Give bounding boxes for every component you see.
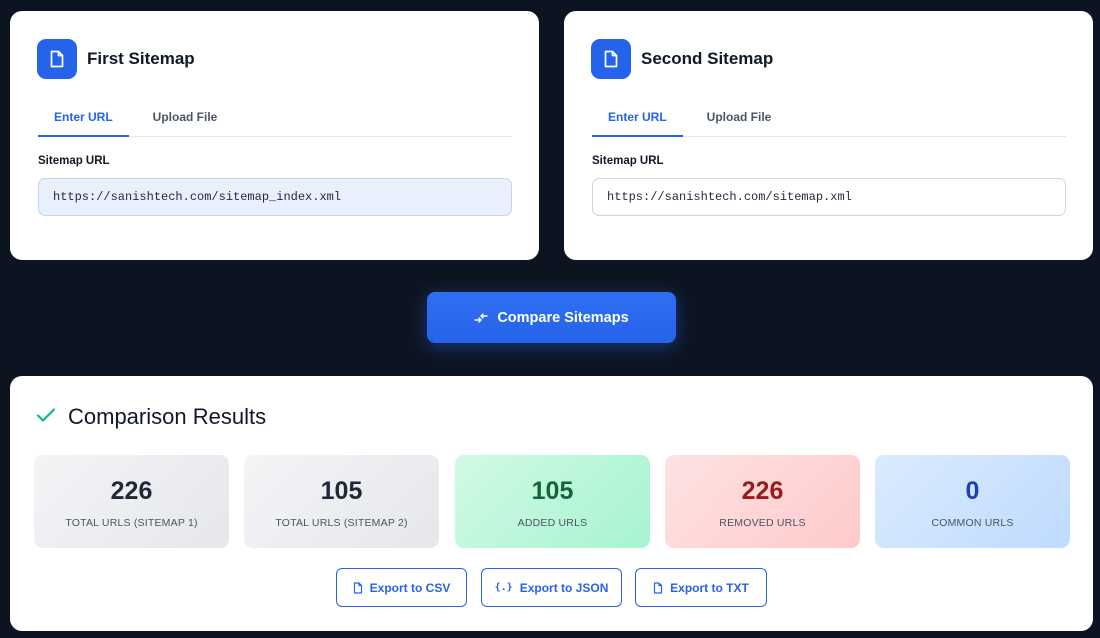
- first-sitemap-url-input[interactable]: [38, 178, 512, 216]
- export-csv-button[interactable]: Export to CSV: [336, 568, 467, 607]
- stat-value: 0: [965, 477, 980, 505]
- document-icon: [37, 39, 77, 79]
- first-sitemap-card: First Sitemap Enter URL Upload File Site…: [10, 11, 539, 260]
- second-sitemap-card: Second Sitemap Enter URL Upload File Sit…: [564, 11, 1093, 260]
- stat-value: 226: [110, 477, 153, 505]
- stat-label: COMMON URLS: [931, 517, 1014, 529]
- comparison-results-panel: Comparison Results 226 TOTAL URLS (SITEM…: [10, 376, 1093, 631]
- sitemap-url-label: Sitemap URL: [38, 155, 110, 167]
- second-sitemap-header: Second Sitemap: [591, 39, 773, 79]
- checkmark-icon: [36, 407, 56, 428]
- tab-upload-file[interactable]: Upload File: [137, 107, 234, 137]
- compare-arrows-icon: [474, 312, 489, 323]
- export-json-button[interactable]: {.} Export to JSON: [481, 568, 622, 607]
- results-title: Comparison Results: [68, 404, 267, 429]
- braces-icon: {.}: [494, 582, 513, 593]
- stat-total-urls-sitemap-1: 226 TOTAL URLS (SITEMAP 1): [34, 455, 229, 548]
- stat-label: TOTAL URLS (SITEMAP 2): [275, 517, 408, 529]
- compare-sitemaps-button[interactable]: Compare Sitemaps: [427, 292, 676, 343]
- tab-upload-file[interactable]: Upload File: [691, 107, 788, 137]
- sitemap-url-label: Sitemap URL: [592, 155, 664, 167]
- file-icon: [353, 581, 363, 594]
- tab-enter-url[interactable]: Enter URL: [592, 107, 683, 137]
- export-txt-label: Export to TXT: [670, 580, 749, 595]
- second-sitemap-title: Second Sitemap: [641, 49, 774, 68]
- file-icon: [653, 581, 663, 594]
- second-sitemap-tabs: Enter URL Upload File: [592, 107, 1066, 137]
- compare-sitemaps-label: Compare Sitemaps: [497, 309, 629, 326]
- results-header: Comparison Results: [36, 404, 266, 430]
- stat-label: ADDED URLS: [517, 517, 588, 529]
- stat-label: REMOVED URLS: [719, 517, 806, 529]
- export-csv-label: Export to CSV: [369, 580, 451, 595]
- first-sitemap-title: First Sitemap: [87, 49, 195, 68]
- stat-removed-urls: 226 REMOVED URLS: [665, 455, 860, 548]
- export-txt-button[interactable]: Export to TXT: [635, 568, 767, 607]
- stat-total-urls-sitemap-2: 105 TOTAL URLS (SITEMAP 2): [244, 455, 439, 548]
- first-sitemap-header: First Sitemap: [37, 39, 195, 79]
- export-json-label: Export to JSON: [519, 580, 609, 595]
- stat-label: TOTAL URLS (SITEMAP 1): [65, 517, 198, 529]
- stat-value: 226: [741, 477, 784, 505]
- stat-value: 105: [531, 477, 574, 505]
- document-icon: [591, 39, 631, 79]
- stat-added-urls: 105 ADDED URLS: [455, 455, 650, 548]
- first-sitemap-tabs: Enter URL Upload File: [38, 107, 512, 137]
- stat-common-urls: 0 COMMON URLS: [875, 455, 1070, 548]
- second-sitemap-url-input[interactable]: [592, 178, 1066, 216]
- tab-enter-url[interactable]: Enter URL: [38, 107, 129, 137]
- stat-value: 105: [320, 477, 363, 505]
